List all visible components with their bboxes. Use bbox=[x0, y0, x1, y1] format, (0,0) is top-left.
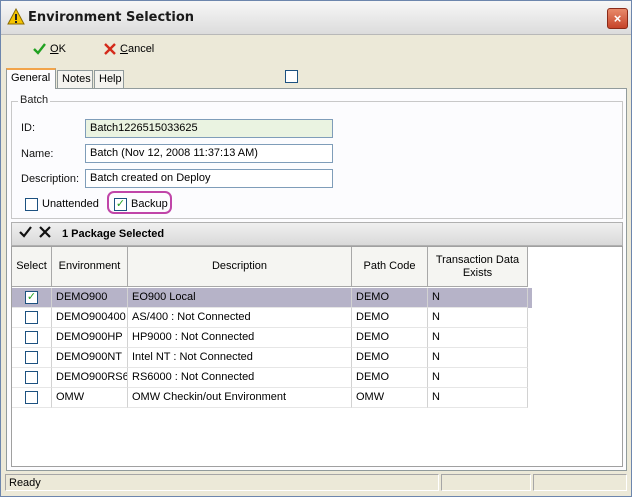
path-code-cell: DEMO bbox=[352, 288, 428, 308]
path-code-cell: DEMO bbox=[352, 368, 428, 388]
selection-strip: 1 Package Selected bbox=[11, 222, 623, 246]
description-cell: Intel NT : Not Connected bbox=[128, 348, 352, 368]
data-exists-cell: N bbox=[428, 368, 528, 388]
table-row[interactable]: DEMO900NT Intel NT : Not Connected DEMO N bbox=[12, 348, 532, 368]
column-header-description[interactable]: Description bbox=[128, 247, 352, 287]
environment-cell: DEMO900HP bbox=[52, 328, 128, 348]
row-select-cell[interactable]: ✓ bbox=[12, 288, 52, 308]
table-row[interactable]: ✓ DEMO900 EO900 Local DEMO N bbox=[12, 288, 532, 308]
row-select-checkbox[interactable] bbox=[25, 311, 38, 324]
description-field[interactable]: Batch created on Deploy bbox=[85, 169, 333, 188]
warning-triangle-icon bbox=[7, 8, 25, 25]
column-header-transaction-data-exists[interactable]: Transaction Data Exists bbox=[428, 247, 528, 287]
header-checkbox[interactable] bbox=[285, 70, 298, 83]
data-exists-cell: N bbox=[428, 348, 528, 368]
path-code-cell: DEMO bbox=[352, 328, 428, 348]
ok-button-label: OK bbox=[50, 43, 66, 55]
path-code-cell: DEMO bbox=[352, 308, 428, 328]
environment-cell: DEMO900 bbox=[52, 288, 128, 308]
status-segment-3 bbox=[533, 474, 627, 491]
tab-help[interactable]: Help bbox=[94, 70, 124, 88]
environment-grid: Select Environment Description Path Code… bbox=[11, 246, 623, 467]
environment-cell: DEMO900RS6 bbox=[52, 368, 128, 388]
close-button[interactable]: × bbox=[607, 8, 628, 29]
table-row[interactable]: DEMO900400 AS/400 : Not Connected DEMO N bbox=[12, 308, 532, 328]
name-label: Name: bbox=[21, 148, 54, 160]
check-icon bbox=[33, 43, 46, 55]
description-cell: HP9000 : Not Connected bbox=[128, 328, 352, 348]
name-field[interactable]: Batch (Nov 12, 2008 11:37:13 AM) bbox=[85, 144, 333, 163]
column-header-path-code[interactable]: Path Code bbox=[352, 247, 428, 287]
batch-groupbox: Batch ID: Batch1226515033625 Name: Batch… bbox=[11, 94, 623, 219]
environment-cell: OMW bbox=[52, 388, 128, 408]
window-title: Environment Selection bbox=[28, 10, 195, 25]
description-cell: EO900 Local bbox=[128, 288, 352, 308]
column-header-environment[interactable]: Environment bbox=[52, 247, 128, 287]
table-row[interactable]: OMW OMW Checkin/out Environment OMW N bbox=[12, 388, 532, 408]
row-select-checkbox[interactable] bbox=[25, 391, 38, 404]
tab-general[interactable]: General bbox=[6, 68, 56, 89]
row-select-cell[interactable] bbox=[12, 368, 52, 388]
status-segment-2 bbox=[441, 474, 531, 491]
backup-highlight-ring bbox=[107, 191, 172, 214]
select-all-button[interactable] bbox=[19, 226, 32, 241]
path-code-cell: OMW bbox=[352, 388, 428, 408]
description-cell: AS/400 : Not Connected bbox=[128, 308, 352, 328]
row-select-cell[interactable] bbox=[12, 348, 52, 368]
description-cell: OMW Checkin/out Environment bbox=[128, 388, 352, 408]
check-icon bbox=[19, 226, 32, 238]
row-select-cell[interactable] bbox=[12, 308, 52, 328]
environment-cell: DEMO900NT bbox=[52, 348, 128, 368]
table-row[interactable]: DEMO900RS6 RS6000 : Not Connected DEMO N bbox=[12, 368, 532, 388]
close-icon: × bbox=[613, 11, 622, 26]
row-select-checkbox[interactable] bbox=[25, 371, 38, 384]
packages-selected-text: 1 Package Selected bbox=[62, 228, 165, 240]
column-header-select[interactable]: Select bbox=[12, 247, 52, 287]
status-text: Ready bbox=[5, 474, 439, 491]
table-row[interactable]: DEMO900HP HP9000 : Not Connected DEMO N bbox=[12, 328, 532, 348]
environment-selection-window: Environment Selection × OK Cancel Genera… bbox=[0, 0, 632, 497]
path-code-cell: DEMO bbox=[352, 348, 428, 368]
grid-header: Select Environment Description Path Code… bbox=[12, 247, 622, 287]
cancel-button-label: Cancel bbox=[120, 43, 155, 55]
row-select-checkbox[interactable] bbox=[25, 331, 38, 344]
data-exists-cell: N bbox=[428, 308, 528, 328]
data-exists-cell: N bbox=[428, 388, 528, 408]
x-icon bbox=[39, 226, 51, 238]
ok-button[interactable]: OK bbox=[33, 40, 66, 58]
unattended-checkbox[interactable] bbox=[25, 198, 38, 211]
deselect-all-button[interactable] bbox=[39, 226, 51, 241]
general-tab-panel: Batch ID: Batch1226515033625 Name: Batch… bbox=[6, 88, 627, 471]
status-bar: Ready bbox=[5, 474, 627, 492]
id-field[interactable]: Batch1226515033625 bbox=[85, 119, 333, 138]
description-cell: RS6000 : Not Connected bbox=[128, 368, 352, 388]
toolbar: OK Cancel bbox=[5, 36, 627, 62]
row-select-cell[interactable] bbox=[12, 388, 52, 408]
cancel-button[interactable]: Cancel bbox=[104, 40, 154, 58]
row-select-checkbox[interactable] bbox=[25, 351, 38, 364]
row-select-checkbox[interactable]: ✓ bbox=[25, 291, 38, 304]
environment-cell: DEMO900400 bbox=[52, 308, 128, 328]
unattended-label: Unattended bbox=[42, 198, 99, 210]
data-exists-cell: N bbox=[428, 288, 528, 308]
id-label: ID: bbox=[21, 122, 36, 134]
data-exists-cell: N bbox=[428, 328, 528, 348]
title-bar[interactable]: Environment Selection × bbox=[1, 1, 631, 35]
x-icon bbox=[104, 43, 116, 55]
batch-group-title: Batch bbox=[18, 94, 51, 106]
description-label: Description: bbox=[21, 173, 80, 185]
row-select-cell[interactable] bbox=[12, 328, 52, 348]
tab-notes[interactable]: Notes bbox=[57, 70, 93, 88]
